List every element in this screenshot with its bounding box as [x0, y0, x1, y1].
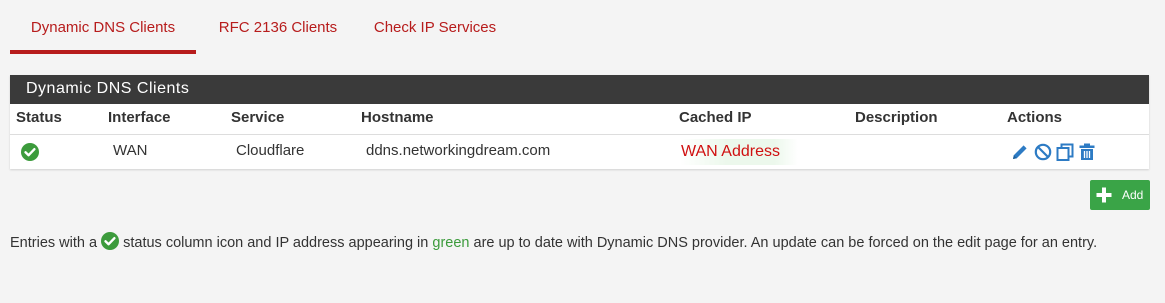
row-interface: WAN — [113, 142, 148, 159]
copy-icon[interactable] — [1055, 142, 1075, 162]
row-cached-ip: WAN Address — [680, 139, 798, 165]
column-header-status: Status — [16, 109, 62, 126]
note-text-3: are up to date with Dynamic DNS provider… — [473, 235, 1098, 251]
note-green-word: green — [432, 235, 470, 251]
column-header-description: Description — [855, 109, 938, 126]
check-circle-icon — [101, 232, 120, 250]
note-text-1: Entries with a — [10, 235, 98, 251]
ddns-clients-panel: Dynamic DNS Clients Status Interface Ser… — [10, 75, 1149, 169]
tab-check-ip-services[interactable]: Check IP Services — [365, 0, 505, 50]
tab-bar: Dynamic DNS Clients RFC 2136 Clients Che… — [10, 0, 1155, 54]
delete-trash-icon[interactable] — [1077, 142, 1097, 162]
header-divider — [10, 134, 1149, 135]
cached-ip-value: WAN Address — [681, 143, 780, 160]
column-header-hostname: Hostname — [361, 109, 434, 126]
disable-icon[interactable] — [1033, 142, 1053, 162]
check-circle-icon — [21, 143, 39, 161]
plus-icon — [1096, 187, 1112, 203]
column-header-interface: Interface — [108, 109, 171, 126]
row-hostname: ddns.networkingdream.com — [366, 142, 551, 159]
note-text-2: status column icon and IP address appear… — [123, 235, 429, 251]
help-note: Entries with a status column icon and IP… — [10, 232, 1150, 253]
row-service: Cloudflare — [236, 142, 305, 159]
tab-rfc-2136-clients[interactable]: RFC 2136 Clients — [206, 0, 350, 50]
panel-title: Dynamic DNS Clients — [10, 75, 1149, 104]
column-header-cached-ip: Cached IP — [679, 109, 752, 126]
tab-dynamic-dns-clients[interactable]: Dynamic DNS Clients — [10, 0, 196, 54]
add-button[interactable]: Add — [1090, 180, 1150, 210]
add-button-label: Add — [1122, 188, 1144, 202]
column-header-actions: Actions — [1007, 109, 1063, 126]
edit-pencil-icon[interactable] — [1010, 142, 1030, 162]
column-header-service: Service — [231, 109, 285, 126]
